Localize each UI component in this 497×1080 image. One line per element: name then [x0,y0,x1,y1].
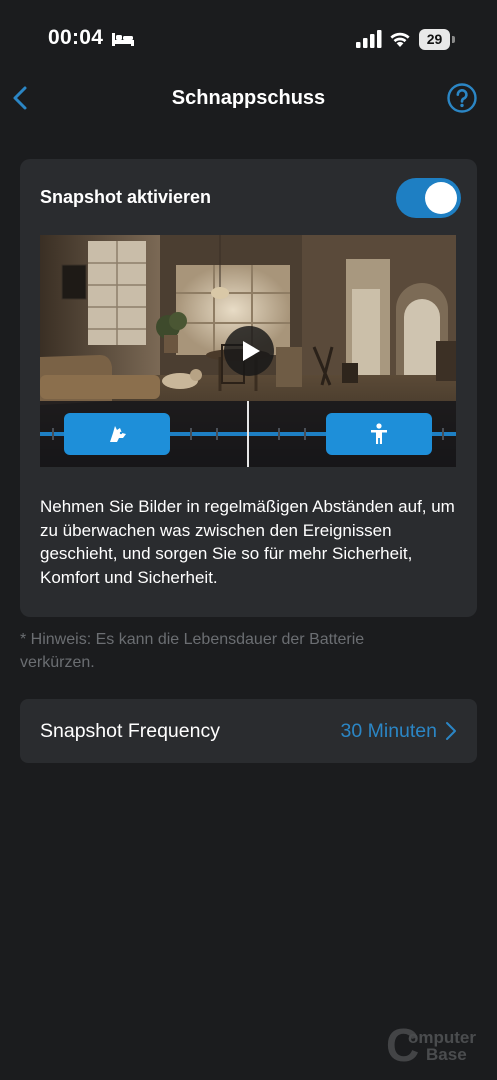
toggle-knob [425,182,457,214]
timeline-tick [278,428,280,440]
timeline-tick [52,428,54,440]
pet-event-chip[interactable] [64,413,170,455]
cellular-signal-icon [356,30,382,48]
snapshot-enable-label: Snapshot aktivieren [40,187,212,207]
person-icon [371,423,387,444]
snapshot-card: Snapshot aktivieren Nehmen Sie Bilder in… [20,159,477,617]
timeline-tick [190,428,192,440]
timeline-tick [216,428,218,440]
event-timeline[interactable] [40,401,456,467]
battery-level: 29 [419,29,450,50]
snapshot-frequency-value: 30 Minuten [340,720,437,742]
battery-icon: 29 [419,29,455,50]
status-bar: 00:04 29 [0,0,497,80]
battery-note: * Hinweis: Es kann die Lebensdauer der B… [20,631,365,671]
snapshot-description: Nehmen Sie Bilder in regelmäßigen Abstän… [40,497,455,587]
snapshot-preview [40,235,456,467]
snapshot-frequency-row[interactable]: Snapshot Frequency 30 Minuten [20,699,477,763]
chevron-right-icon [446,722,456,740]
play-button[interactable] [224,326,274,376]
status-time: 00:04 [48,26,104,49]
person-event-chip[interactable] [326,413,432,455]
watermark-line-2: Base [426,1045,467,1065]
computerbase-watermark: C omputer Base [386,1022,490,1068]
help-button[interactable] [446,82,478,114]
snapshot-toggle[interactable] [396,178,461,218]
bed-icon [112,33,134,46]
watermark-letter-b: B [426,1045,439,1064]
pet-icon [110,426,126,442]
watermark-line-2-text: ase [438,1045,467,1064]
battery-tip [452,36,455,43]
snapshot-settings-screen: 00:04 29 Schnappschuss Snapshot aktivier… [0,0,497,1080]
snapshot-frequency-label: Snapshot Frequency [40,720,220,742]
timeline-playhead[interactable] [247,401,249,467]
timeline-tick [304,428,306,440]
wifi-icon [390,32,410,47]
timeline-tick [442,428,444,440]
page-title: Schnappschuss [171,87,326,109]
navigation-bar: Schnappschuss [0,76,497,120]
